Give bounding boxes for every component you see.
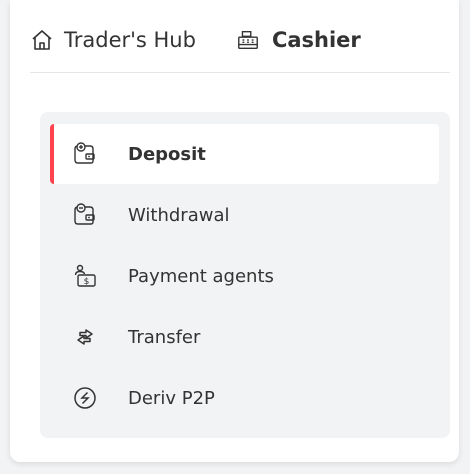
- menu-item-label: Deriv P2P: [128, 387, 215, 409]
- cashier-panel: Trader's Hub Cashier Deposit Withdrawal …: [10, 0, 459, 462]
- menu-item-transfer[interactable]: Transfer: [50, 307, 439, 367]
- home-icon: [30, 28, 54, 52]
- cashier-link[interactable]: Cashier: [236, 28, 361, 52]
- menu-item-withdrawal[interactable]: Withdrawal: [50, 185, 439, 245]
- menu-item-deriv-p2p[interactable]: Deriv P2P: [50, 368, 439, 428]
- menu-item-payment-agents[interactable]: $ Payment agents: [50, 246, 439, 306]
- payment-agent-icon: $: [72, 263, 98, 289]
- traders-hub-link[interactable]: Trader's Hub: [30, 28, 196, 52]
- traders-hub-label: Trader's Hub: [64, 28, 196, 52]
- deriv-p2p-icon: [72, 385, 98, 411]
- cashier-menu: Deposit Withdrawal $ Payment agents Tran…: [40, 112, 450, 438]
- menu-item-label: Withdrawal: [128, 204, 230, 226]
- menu-item-label: Deposit: [128, 143, 206, 165]
- active-indicator: [50, 124, 54, 184]
- transfer-arrows-icon: [72, 324, 98, 350]
- menu-item-deposit[interactable]: Deposit: [50, 124, 439, 184]
- menu-item-label: Transfer: [128, 326, 201, 348]
- menu-item-label: Payment agents: [128, 265, 274, 287]
- breadcrumb: Trader's Hub Cashier: [30, 20, 361, 60]
- header-divider: [30, 72, 450, 73]
- cash-register-icon: [236, 28, 260, 52]
- svg-text:$: $: [84, 277, 90, 287]
- cashier-label: Cashier: [271, 28, 361, 52]
- deposit-wallet-icon: [72, 141, 98, 167]
- withdrawal-wallet-icon: [72, 202, 98, 228]
